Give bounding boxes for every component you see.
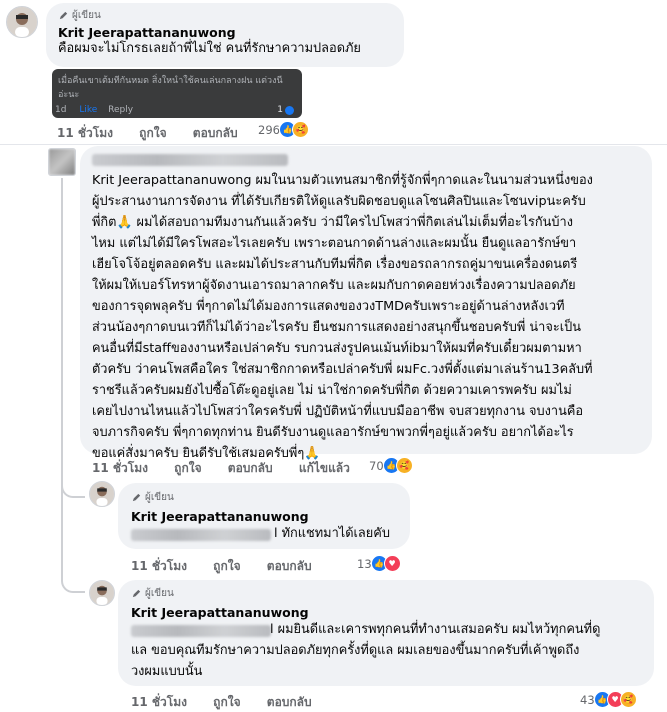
author-badge-label: ผู้เขียน [72, 10, 101, 21]
reaction-count: 43 [580, 692, 595, 707]
reply-button[interactable]: ตอบกลับ [228, 461, 273, 475]
comment-line: ผู้ประสานงานการจัดงาน ที่ได้รับเกียรติให… [92, 194, 586, 209]
love-icon: ♥ [383, 555, 401, 572]
commenter-avatar[interactable] [48, 148, 76, 176]
like-icon [285, 105, 294, 115]
like-button[interactable]: ถูกใจ [213, 559, 240, 573]
comment-line: ตัวครับ ว่าคนโพสคือใคร ใช่สมาชิกกาดหรือเ… [92, 362, 593, 377]
reply-actions: 11 ชั่วโมง ถูกใจ ตอบกลับ [131, 557, 334, 576]
like-button[interactable]: ถูกใจ [139, 126, 166, 140]
pen-icon [132, 589, 141, 598]
comment-line: ไหม แต่ไม่ได้มีใครโพสอะไรเลยครับ เพราะตอ… [92, 236, 577, 251]
reply-line: แล ขอบคุณทีมรักษาความปลอดภัยทุกครั้งที่ด… [131, 643, 580, 658]
reply-line: l ผมยินดีและเคารพทุกคนที่ทำงานเสมอครับ ผ… [270, 622, 601, 637]
thread-connector [61, 573, 85, 593]
author-avatar[interactable] [89, 580, 115, 606]
reply-time[interactable]: 11 ชั่วโมง [131, 559, 187, 573]
comment-line: ราชรีแล้วครับผมยังไปซื้อโต๊ะดูอยู่เลย ไม… [92, 383, 572, 398]
edited-label[interactable]: แก้ไขแล้ว [299, 461, 350, 475]
comment-line: Krit Jeerapattananuwong ผมในนามตัวแทนสมา… [92, 173, 593, 188]
comment-line: ของการจุดพลุครับ พี่ๆกาดไม่ได้มองการแสดง… [92, 299, 565, 314]
comment-line: พี่กิต🙏 ผมได้สอบถามทีมงานกันแล้วครับ ว่า… [92, 215, 573, 230]
redacted-name [92, 154, 288, 166]
reaction-summary[interactable]: 13 👍 ♥ [357, 555, 401, 572]
comment-time[interactable]: 11 ชั่วโมง [92, 461, 148, 475]
comment-line: คนอื่นที่มีstaffของงานหรือเปล่าครับ รบกว… [92, 341, 582, 356]
redacted-name [131, 625, 271, 637]
reply-button[interactable]: ตอบกลับ [267, 559, 312, 573]
comment-actions: 11 ชั่วโมง ถูกใจ ตอบกลับ แก้ไขแล้ว [92, 459, 372, 478]
reaction-count: 13 [357, 556, 372, 571]
reaction-count: 296 [258, 122, 280, 137]
divider [0, 144, 667, 145]
like-button[interactable]: ถูกใจ [174, 461, 201, 475]
embedded-reply-meta: 1d Like Reply [55, 105, 133, 115]
pen-icon [59, 11, 68, 20]
comment-line: เฮียโจโจ้อยู่ตลอดครับ และผมได้ประสานกับท… [92, 257, 578, 272]
reply-button[interactable]: ตอบกลับ [267, 695, 312, 709]
thread-connector [61, 480, 85, 498]
reply-time[interactable]: 11 ชั่วโมง [131, 695, 187, 709]
care-icon: 🥰 [619, 691, 637, 708]
comment-line: ส่วนน้องๆกาดบนเวทีก็ไม่ได้ว่าอะไรครับ ยื… [92, 320, 581, 335]
care-icon: 🥰 [291, 121, 309, 138]
care-icon: 🥰 [395, 457, 413, 474]
author-badge: ผู้เขียน [131, 586, 174, 601]
author-badge-label: ผู้เขียน [145, 588, 174, 599]
reply-text: l ทักแชทมาได้เลยคับ [274, 526, 390, 541]
comment-line: ให้ผมให้เบอร์โทรหาผู้จัดงานเอารถมาลากครั… [92, 278, 576, 293]
comment-text: คือผมจะไม่โกรธเลยถ้าพี่ไม่ใช่ คนที่รักษา… [58, 41, 361, 56]
embedded-reply-text-2: อ่ะนะ [58, 90, 80, 100]
comment-line: จบภารกิจครับ พี่ๆกาดทุกท่าน ยินดีรับงานด… [92, 425, 574, 440]
pen-icon [132, 493, 141, 502]
reply-author[interactable]: Krit Jeerapattananuwong [131, 509, 309, 524]
thread-line [61, 178, 63, 573]
reply-line: วงผมแบบนั้น [131, 664, 203, 679]
embedded-reply: Reply [108, 105, 134, 115]
author-avatar[interactable] [89, 481, 115, 507]
embedded-count-value: 1 [277, 105, 283, 115]
reply-button[interactable]: ตอบกลับ [193, 126, 238, 140]
like-button[interactable]: ถูกใจ [213, 695, 240, 709]
author-avatar[interactable] [6, 6, 38, 38]
redacted-name [131, 529, 271, 541]
author-badge: ผู้เขียน [58, 8, 101, 23]
comment-actions: 11 ชั่วโมง ถูกใจ ตอบกลับ [57, 124, 260, 143]
embedded-reply-card: เมื่อคืนเขาเต้มทีกันหมด สิ่งใหนำใช้คนเล่… [52, 69, 302, 118]
comment-line: เคยไปงานไหนแล้วไปโพสว่าใครครับพี่ ปฏิบัต… [92, 404, 584, 419]
author-badge: ผู้เขียน [131, 490, 174, 505]
reaction-summary[interactable]: 70 👍 🥰 [369, 457, 413, 474]
reply-actions: 11 ชั่วโมง ถูกใจ ตอบกลับ [131, 693, 334, 712]
reaction-count: 70 [369, 458, 384, 473]
embedded-reply-text: เมื่อคืนเขาเต้มทีกันหมด สิ่งใหนำใช้คนเล่… [58, 76, 283, 86]
embedded-count: 1 [277, 105, 294, 115]
reaction-summary[interactable]: 43 👍 ♥ 🥰 [580, 691, 637, 708]
embedded-like: Like [79, 105, 98, 115]
comment-time[interactable]: 11 ชั่วโมง [57, 126, 113, 140]
reaction-summary[interactable]: 296 👍 🥰 [258, 121, 309, 138]
author-badge-label: ผู้เขียน [145, 492, 174, 503]
reply-author[interactable]: Krit Jeerapattananuwong [131, 605, 309, 620]
embedded-time: 1d [55, 105, 67, 115]
